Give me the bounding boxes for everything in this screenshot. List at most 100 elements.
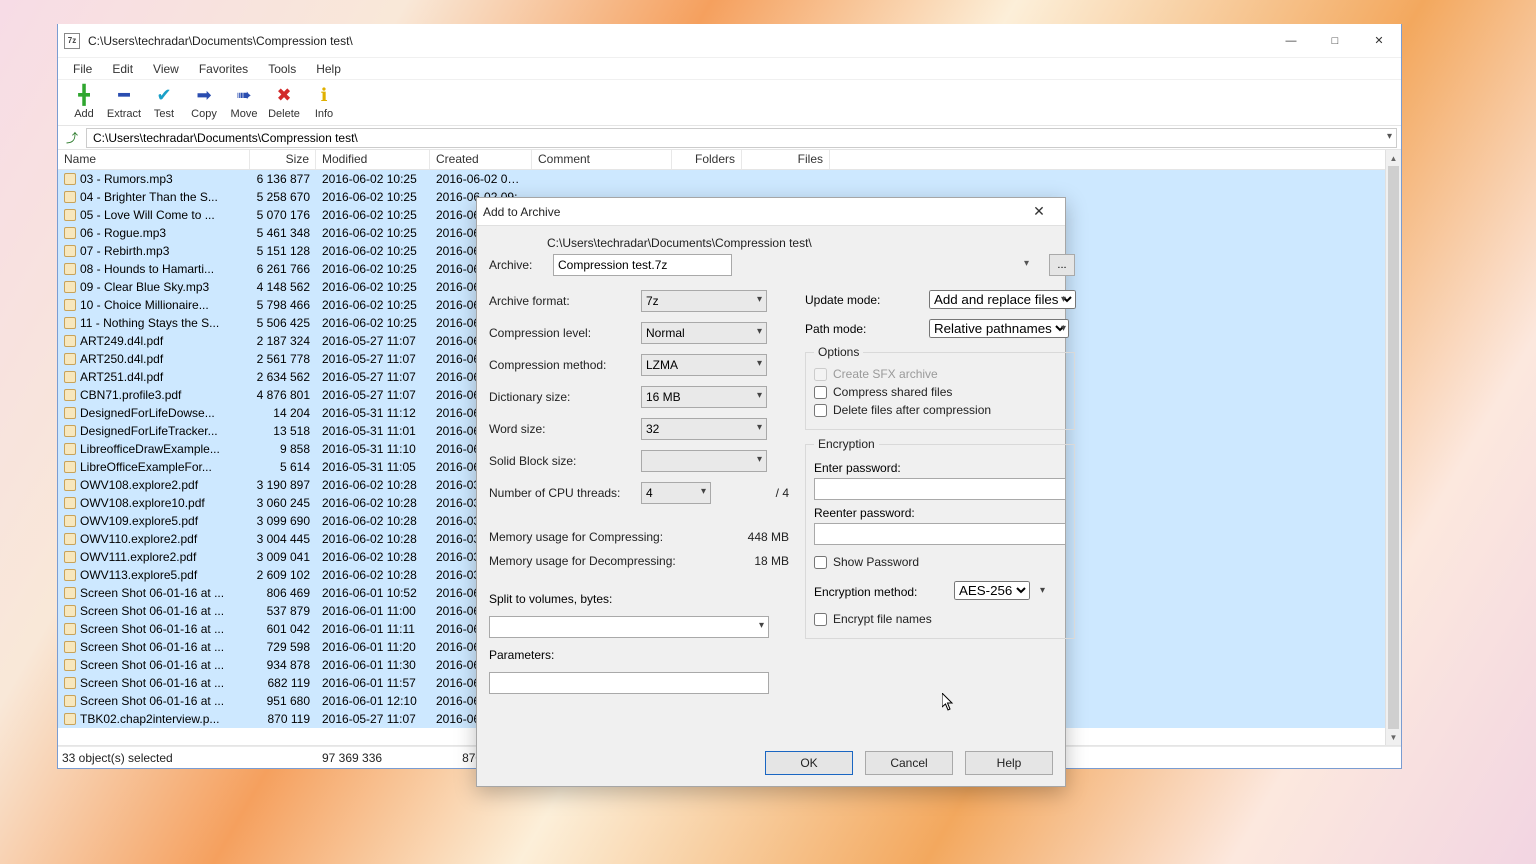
menu-tools[interactable]: Tools (258, 60, 306, 78)
status-total-size: 97 369 336 (322, 751, 382, 765)
menu-favorites[interactable]: Favorites (189, 60, 258, 78)
info-icon: ℹ (321, 86, 328, 106)
menu-edit[interactable]: Edit (102, 60, 143, 78)
table-row[interactable]: 03 - Rumors.mp36 136 8772016-06-02 10:25… (58, 170, 1401, 188)
tb-test[interactable]: ✔Test (144, 86, 184, 120)
file-icon (64, 497, 76, 509)
file-icon (64, 515, 76, 527)
update-mode-select[interactable]: Add and replace files (929, 290, 1076, 309)
file-icon (64, 605, 76, 617)
word-size-select[interactable]: 32 (641, 418, 767, 440)
parameters-input[interactable] (489, 672, 769, 694)
file-icon (64, 245, 76, 257)
tb-extract[interactable]: ━Extract (104, 86, 144, 120)
file-icon (64, 623, 76, 635)
archive-file-input[interactable] (553, 254, 732, 276)
file-icon (64, 461, 76, 473)
archive-format-select[interactable]: 7z (641, 290, 767, 312)
check-icon: ✔ (156, 86, 171, 106)
file-icon (64, 191, 76, 203)
copy-arrow-icon: ➡ (196, 86, 211, 106)
scrollbar-vertical[interactable]: ▲ ▼ (1385, 150, 1401, 745)
ok-button[interactable]: OK (765, 751, 853, 775)
file-icon (64, 281, 76, 293)
col-folders[interactable]: Folders (672, 150, 742, 169)
enter-password-input[interactable] (814, 478, 1066, 500)
encryption-group: Encryption Enter password: Reenter passw… (805, 444, 1075, 639)
cpu-threads-select[interactable]: 4 (641, 482, 711, 504)
mem-decompress: 18 MB (754, 554, 789, 568)
close-button[interactable]: ✕ (1357, 26, 1401, 56)
file-icon (64, 479, 76, 491)
file-icon (64, 677, 76, 689)
file-icon (64, 533, 76, 545)
col-modified[interactable]: Modified (316, 150, 430, 169)
file-icon (64, 209, 76, 221)
file-icon (64, 641, 76, 653)
scroll-down-icon[interactable]: ▼ (1386, 729, 1401, 745)
menu-view[interactable]: View (143, 60, 189, 78)
dialog-right-column: Update mode:Add and replace files Path m… (805, 290, 1075, 740)
app-icon: 7z (64, 33, 80, 49)
dialog-titlebar: Add to Archive ✕ (477, 198, 1065, 226)
tb-copy[interactable]: ➡Copy (184, 86, 224, 120)
toolbar: ╋Add ━Extract ✔Test ➡Copy ➠Move ✖Delete … (58, 80, 1401, 126)
up-icon[interactable]: ⤴ (62, 129, 82, 147)
plus-icon: ╋ (79, 86, 90, 106)
reenter-password-input[interactable] (814, 523, 1066, 545)
cancel-button[interactable]: Cancel (865, 751, 953, 775)
file-icon (64, 569, 76, 581)
tb-delete[interactable]: ✖Delete (264, 86, 304, 120)
create-sfx-checkbox[interactable]: Create SFX archive (814, 367, 1066, 381)
help-button[interactable]: Help (965, 751, 1053, 775)
encryption-method-select[interactable]: AES-256 (954, 581, 1030, 600)
col-comment[interactable]: Comment (532, 150, 672, 169)
maximize-button[interactable]: □ (1313, 26, 1357, 56)
delete-after-checkbox[interactable]: Delete files after compression (814, 403, 1066, 417)
tb-add[interactable]: ╋Add (64, 86, 104, 120)
encrypt-filenames-checkbox[interactable]: Encrypt file names (814, 612, 1066, 626)
addressbar: ⤴ C:\Users\techradar\Documents\Compressi… (58, 126, 1401, 150)
col-size[interactable]: Size (250, 150, 316, 169)
minimize-button[interactable]: — (1269, 26, 1313, 56)
file-icon (64, 299, 76, 311)
parameters-label: Parameters: (489, 648, 554, 662)
file-icon (64, 263, 76, 275)
menu-file[interactable]: File (63, 60, 102, 78)
dialog-left-column: Archive format:7z Compression level:Norm… (489, 290, 789, 740)
options-group: Options Create SFX archive Compress shar… (805, 352, 1075, 430)
dialog-buttons: OK Cancel Help (477, 740, 1065, 786)
compression-level-select[interactable]: Normal (641, 322, 767, 344)
solid-block-select[interactable] (641, 450, 767, 472)
status-selection: 33 object(s) selected (62, 751, 242, 765)
move-arrow-icon: ➠ (236, 86, 251, 106)
archive-path-text: C:\Users\techradar\Documents\Compression… (547, 236, 1075, 250)
add-to-archive-dialog: Add to Archive ✕ C:\Users\techradar\Docu… (476, 197, 1066, 787)
col-name[interactable]: Name (58, 150, 250, 169)
path-mode-select[interactable]: Relative pathnames (929, 319, 1069, 338)
file-icon (64, 443, 76, 455)
compression-method-select[interactable]: LZMA (641, 354, 767, 376)
file-icon (64, 551, 76, 563)
address-field[interactable]: C:\Users\techradar\Documents\Compression… (86, 128, 1397, 148)
menubar: File Edit View Favorites Tools Help (58, 58, 1401, 80)
minus-icon: ━ (119, 86, 130, 106)
dialog-close-button[interactable]: ✕ (1019, 201, 1059, 223)
file-icon (64, 695, 76, 707)
menu-help[interactable]: Help (306, 60, 351, 78)
tb-info[interactable]: ℹInfo (304, 86, 344, 120)
split-label: Split to volumes, bytes: (489, 592, 612, 606)
scroll-up-icon[interactable]: ▲ (1386, 150, 1401, 166)
browse-button[interactable]: ... (1049, 254, 1075, 276)
col-created[interactable]: Created (430, 150, 532, 169)
file-icon (64, 713, 76, 725)
compress-shared-checkbox[interactable]: Compress shared files (814, 385, 1066, 399)
split-volumes-select[interactable] (489, 616, 769, 638)
tb-move[interactable]: ➠Move (224, 86, 264, 120)
dictionary-size-select[interactable]: 16 MB (641, 386, 767, 408)
show-password-checkbox[interactable]: Show Password (814, 555, 1066, 569)
file-icon (64, 659, 76, 671)
col-files[interactable]: Files (742, 150, 830, 169)
file-icon (64, 335, 76, 347)
window-title: C:\Users\techradar\Documents\Compression… (88, 34, 353, 48)
